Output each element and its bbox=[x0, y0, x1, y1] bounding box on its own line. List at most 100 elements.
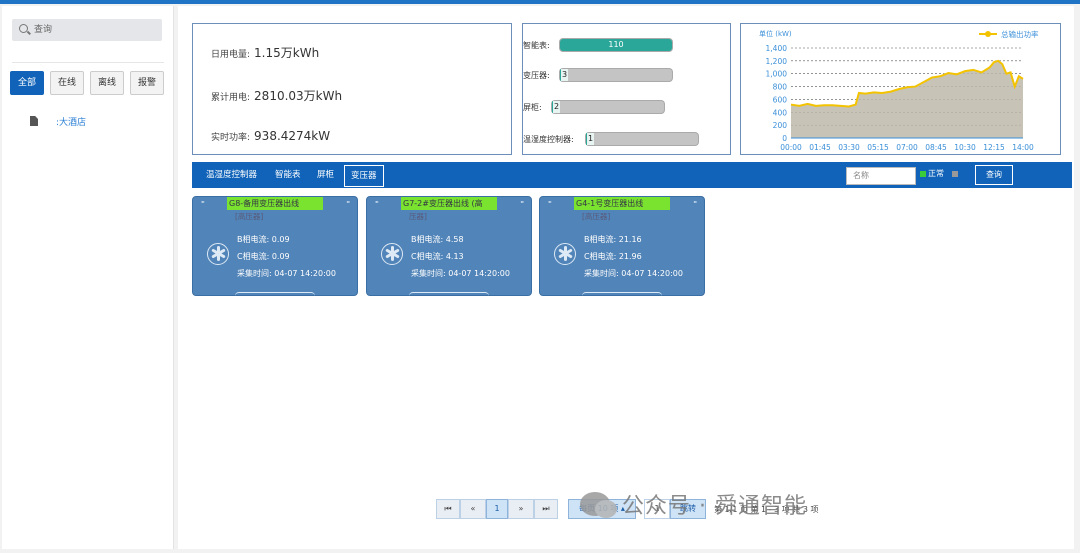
card-footer-deco bbox=[235, 292, 315, 296]
card-time-label: 采集时间: bbox=[237, 269, 272, 278]
card-corner-deco: ''' bbox=[346, 200, 350, 208]
card-c-phase: C相电流: 21.96 bbox=[584, 251, 642, 262]
y-tick-label: 800 bbox=[773, 83, 788, 92]
main-content: 日用电量: 1.15万kWh 累计用电: 2810.03万kWh 实时功率: 938.… bbox=[178, 6, 1074, 549]
name-placeholder: 名称 bbox=[853, 171, 869, 180]
device-bar-track: 1 bbox=[585, 132, 699, 146]
tab-cabinet[interactable]: 屏柜 bbox=[317, 162, 334, 188]
y-tick-label: 1,200 bbox=[766, 57, 788, 66]
filter-all-button[interactable]: 全部 bbox=[10, 71, 44, 95]
card-time: 采集时间: 04-07 14:20:00 bbox=[411, 268, 510, 279]
device-bar-track: 110 bbox=[559, 38, 673, 52]
normal-label: 正常 bbox=[928, 169, 944, 178]
card-c-label: C相电流: bbox=[237, 252, 270, 261]
tree-item-hotel[interactable]: :大酒店 bbox=[30, 113, 86, 129]
card-corner-deco: ''' bbox=[375, 200, 379, 208]
filter-online-button[interactable]: 在线 bbox=[50, 71, 84, 95]
x-tick-label: 12:15 bbox=[983, 143, 1005, 152]
transformer-card[interactable]: ''' ''' G7-2#变压器出线 (高 压器] B相电流: 4.58 C相电流: 4.… bbox=[366, 196, 532, 296]
next-page-button[interactable]: » bbox=[508, 499, 534, 519]
divider bbox=[12, 62, 164, 63]
card-c-value: 21.96 bbox=[618, 252, 642, 261]
y-tick-label: 600 bbox=[773, 95, 788, 104]
device-bar-value: 1 bbox=[587, 133, 595, 145]
tab-transformer[interactable]: 变压器 bbox=[344, 165, 384, 187]
last-page-button[interactable]: ⏭ bbox=[534, 499, 558, 519]
fan-icon bbox=[381, 243, 403, 265]
tree-item-label: :大酒店 bbox=[56, 117, 87, 128]
realtime-power-value: 938.4274kW bbox=[254, 129, 331, 143]
watermark: 公众号 · 舜通智能 bbox=[580, 488, 807, 520]
device-bar-value: 2 bbox=[553, 101, 561, 113]
x-tick-label: 07:00 bbox=[896, 143, 918, 152]
card-b-label: B相电流: bbox=[411, 235, 444, 244]
y-tick-label: 1,000 bbox=[766, 70, 788, 79]
device-bar-row: 变压器: bbox=[523, 68, 550, 82]
query-button[interactable]: 查询 bbox=[975, 165, 1013, 185]
top-accent-bar bbox=[0, 0, 1080, 4]
y-tick-label: 200 bbox=[773, 121, 788, 130]
total-usage-value: 2810.03万kWh bbox=[254, 89, 343, 103]
total-usage-stat: 累计用电: 2810.03万kWh bbox=[211, 87, 342, 104]
device-bar-track: 3 bbox=[559, 68, 673, 82]
device-bar-value: 3 bbox=[561, 69, 569, 81]
card-b-label: B相电流: bbox=[584, 235, 617, 244]
device-bar-label: 温湿度控制器: bbox=[523, 134, 574, 144]
current-page-button[interactable]: 1 bbox=[486, 499, 508, 519]
transformer-card[interactable]: ''' ''' G4-1号变压器出线 [高压器] B相电流: 21.16 C相电流: 21… bbox=[539, 196, 705, 296]
card-subtitle: 压器] bbox=[409, 212, 427, 221]
transformer-card[interactable]: ''' ''' G8-备用变压器出线 [高压器] B相电流: 0.09 C相电流: 0.0… bbox=[192, 196, 358, 296]
device-bar-row: 温湿度控制器: bbox=[523, 132, 574, 146]
card-time-value: 04-07 14:20:00 bbox=[448, 269, 510, 278]
card-time-label: 采集时间: bbox=[411, 269, 446, 278]
chart-unit-label: 单位 (kW) bbox=[759, 29, 792, 38]
card-b-phase: B相电流: 0.09 bbox=[237, 234, 290, 245]
card-b-phase: B相电流: 4.58 bbox=[411, 234, 464, 245]
card-c-phase: C相电流: 4.13 bbox=[411, 251, 464, 262]
card-time: 采集时间: 04-07 14:20:00 bbox=[584, 268, 683, 279]
card-footer-deco bbox=[409, 292, 489, 296]
card-corner-deco: ''' bbox=[201, 200, 205, 208]
device-bar-row: 智能表: bbox=[523, 38, 550, 52]
y-tick-label: 400 bbox=[773, 108, 788, 117]
x-tick-label: 08:45 bbox=[925, 143, 947, 152]
daily-usage-label: 日用电量: bbox=[211, 50, 251, 60]
normal-swatch bbox=[920, 170, 926, 177]
series-area bbox=[791, 60, 1023, 138]
tab-temp-humidity[interactable]: 温湿度控制器 bbox=[206, 162, 257, 188]
x-tick-label: 05:15 bbox=[867, 143, 889, 152]
first-page-button[interactable]: ⏮ bbox=[436, 499, 460, 519]
filter-alarm-button[interactable]: 报警 bbox=[130, 71, 164, 95]
prev-page-button[interactable]: « bbox=[460, 499, 486, 519]
card-c-value: 4.13 bbox=[445, 252, 464, 261]
card-b-value: 21.16 bbox=[618, 235, 642, 244]
filter-offline-button[interactable]: 离线 bbox=[90, 71, 124, 95]
card-title: G7-2#变压器出线 (高 bbox=[401, 197, 497, 210]
status-legend: 正常 bbox=[920, 168, 958, 179]
device-bar-track: 2 bbox=[551, 100, 665, 114]
card-corner-deco: ''' bbox=[693, 200, 697, 208]
name-search-input[interactable]: 名称 bbox=[846, 167, 916, 185]
y-tick-label: 1,400 bbox=[766, 44, 788, 53]
power-chart-panel: 单位 (kW) 总输出功率 0 200 400 600 800 1,000 1,200 1,400… bbox=[740, 23, 1061, 155]
card-b-value: 0.09 bbox=[271, 235, 290, 244]
card-title: G4-1号变压器出线 bbox=[574, 197, 670, 210]
tab-smart-meter[interactable]: 智能表 bbox=[275, 162, 301, 188]
watermark-text: 公众号 · 舜通智能 bbox=[622, 494, 807, 519]
legend-marker bbox=[985, 31, 991, 37]
search-input[interactable]: 查询 bbox=[12, 19, 162, 41]
device-tab-bar: 温湿度控制器 智能表 屏柜 变压器 名称 正常 查询 bbox=[192, 162, 1072, 188]
x-tick-label: 01:45 bbox=[809, 143, 831, 152]
fan-icon bbox=[554, 243, 576, 265]
realtime-power-label: 实时功率: bbox=[211, 133, 251, 143]
card-time-value: 04-07 14:20:00 bbox=[621, 269, 683, 278]
sidebar: 查询 全部 在线 离线 报警 :大酒店 bbox=[2, 6, 174, 549]
energy-stats-panel: 日用电量: 1.15万kWh 累计用电: 2810.03万kWh 实时功率: 938.… bbox=[192, 23, 512, 155]
legend-label: 总输出功率 bbox=[1001, 29, 1039, 39]
x-tick-label: 03:30 bbox=[838, 143, 860, 152]
card-c-phase: C相电流: 0.09 bbox=[237, 251, 290, 262]
wechat-icon bbox=[580, 492, 617, 518]
card-title: G8-备用变压器出线 bbox=[227, 197, 323, 210]
card-b-label: B相电流: bbox=[237, 235, 270, 244]
power-area-chart: 单位 (kW) 总输出功率 0 200 400 600 800 1,000 1,200 1,400… bbox=[759, 29, 1039, 152]
